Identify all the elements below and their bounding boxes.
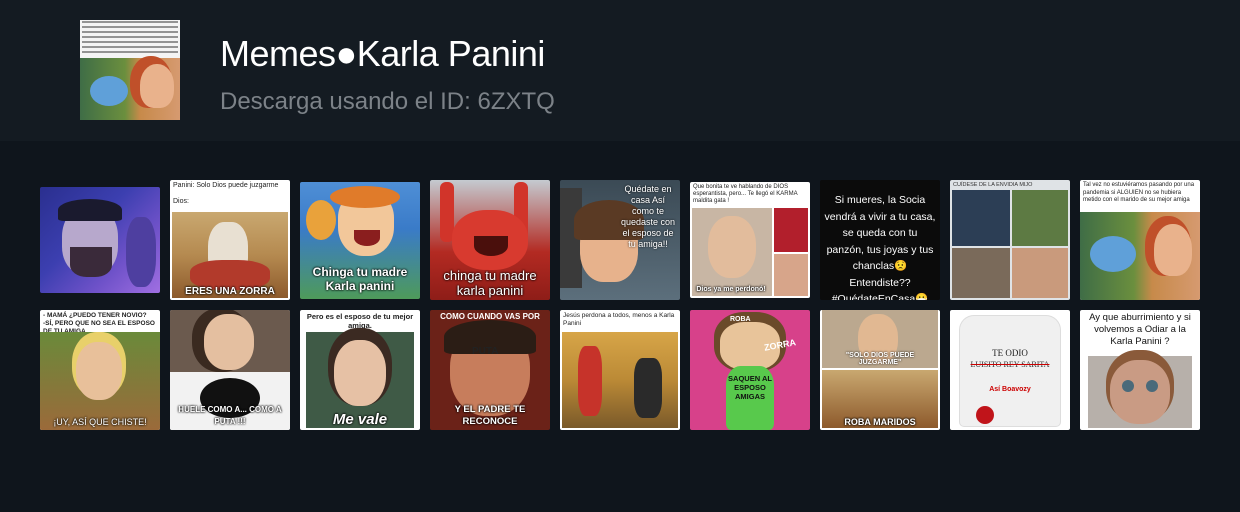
sticker-2-punchline: ERES UNA ZORRA	[185, 286, 275, 297]
sticker-6[interactable]: Que bonita te ve hablando de DIOS espera…	[690, 182, 810, 298]
sticker-16-caption: ROBA MARIDOS	[844, 417, 916, 427]
sticker-1-hair	[58, 199, 122, 221]
sticker-3-hair	[330, 186, 400, 208]
sticker-18-eye-right	[1146, 380, 1158, 392]
sticker-12[interactable]: Pero es el esposo de tu mejor amiga. Me …	[300, 310, 420, 430]
sticker-18-doll-face	[1110, 360, 1170, 424]
sticker-7-caption: Si mueres, la Socia vendrá a vivir a tu …	[824, 194, 936, 300]
pack-title: Memes●Karla Panini	[220, 33, 545, 74]
sticker-17[interactable]: TE ODIO LUISITO REY SARITA Así Boavozy	[950, 310, 1070, 430]
sticker-9-face	[1154, 224, 1192, 276]
sticker-8-photo-4	[1012, 248, 1068, 298]
sticker-6-photo-2	[774, 208, 808, 252]
sticker-14-jesus	[578, 346, 602, 416]
sticker-17-footer: Así Boavozy	[989, 386, 1031, 393]
sticker-17-title: TE ODIO	[992, 348, 1028, 358]
sticker-2-caption: Panini: Solo Dios puede juzgarme Dios:	[173, 182, 279, 205]
sticker-16[interactable]: "SOLO DIOS PUEDE JUZGARME" ROBA MARIDOS	[820, 310, 940, 430]
sticker-1-person	[126, 217, 156, 287]
sticker-13[interactable]: COMO CUANDO VAS POR CENIZA PUTA Y EL PAD…	[430, 310, 550, 430]
sticker-17-shirt	[960, 316, 1060, 426]
sticker-8[interactable]: CUÍDESE DE LA ENVIDIA MIJO	[950, 180, 1070, 300]
sticker-11[interactable]: HUELE COMO A... COMO A PUTA !!!	[170, 310, 290, 430]
sticker-12-caption: Pero es el esposo de tu mejor amiga.	[306, 312, 414, 330]
sticker-4-caption: chinga tu madre karla panini	[443, 268, 537, 298]
sticker-6-caption: Que bonita te ve hablando de DIOS espera…	[693, 184, 798, 204]
pack-thumbnail[interactable]	[80, 20, 180, 120]
sticker-11-caption: HUELE COMO A... COMO A PUTA !!!	[178, 405, 282, 426]
sticker-4-mouth	[474, 236, 508, 256]
sticker-5[interactable]: Quédate en casa Así como te quedaste con…	[560, 180, 680, 300]
thumbnail-fish	[90, 76, 128, 106]
sticker-18[interactable]: Ay que aburrimiento y si volvemos a Odia…	[1080, 310, 1200, 430]
sticker-17-emoji	[976, 406, 994, 424]
sticker-row: - MAMÁ ¿PUEDO TENER NOVIO? -SÍ, PERO QUE…	[40, 310, 1200, 430]
sticker-3[interactable]: Chinga tu madre Karla panini	[300, 182, 420, 299]
sticker-13-punchline: Y EL PADRE TE RECONOCE	[454, 404, 526, 427]
sticker-12-punchline: Me vale	[332, 411, 388, 428]
sticker-17-names: LUISITO REY SARITA	[970, 360, 1050, 369]
sticker-9[interactable]: Tal vez no estuviéramos pasando por una …	[1080, 180, 1200, 300]
sticker-18-caption: Ay que aburrimiento y si volvemos a Odia…	[1089, 312, 1191, 347]
sticker-row: Panini: Solo Dios puede juzgarme Dios: E…	[40, 180, 1200, 300]
thumbnail-face	[140, 64, 174, 108]
sticker-2[interactable]: Panini: Solo Dios puede juzgarme Dios: E…	[170, 180, 290, 300]
sticker-6-face	[708, 216, 756, 278]
sticker-9-caption: Tal vez no estuviéramos pasando por una …	[1083, 182, 1195, 203]
sticker-13-forehead-text: PUTA	[472, 346, 499, 357]
sticker-10[interactable]: - MAMÁ ¿PUEDO TENER NOVIO? -SÍ, PERO QUE…	[40, 310, 160, 430]
sticker-14[interactable]: Jesús perdona a todos, menos a Karla Pan…	[560, 310, 680, 430]
sticker-3-character-left	[306, 200, 336, 240]
sticker-10-punchline: ¡UY, ASÍ QUE CHISTE!	[53, 417, 147, 427]
sticker-15-headband: ROBA	[730, 316, 751, 323]
thumbnail-caption-lines	[82, 21, 178, 55]
sticker-1[interactable]	[40, 187, 160, 293]
sticker-14-caption: Jesús perdona a todos, menos a Karla Pan…	[563, 312, 675, 327]
sticker-14-woman	[634, 358, 662, 418]
sticker-1-beard	[70, 247, 112, 277]
sticker-15-caption: SAQUEN AL ESPOSO AMIGAS	[728, 374, 772, 401]
sticker-12-face	[334, 340, 386, 406]
sticker-8-photo-2	[1012, 190, 1068, 246]
sticker-8-photo-1	[952, 190, 1010, 246]
sticker-6-punchline: Dios ya me perdonó!	[696, 286, 766, 293]
sticker-6-photo-3	[774, 254, 808, 296]
sticker-11-face	[204, 314, 254, 370]
sticker-8-photo-3	[952, 248, 1010, 298]
sticker-9-fish	[1090, 236, 1136, 272]
sticker-10-face	[76, 342, 122, 400]
pack-id-subtitle: Descarga usando el ID: 6ZXTQ	[220, 88, 555, 115]
sticker-5-caption: Quédate en casa Así como te quedaste con…	[620, 184, 676, 249]
sticker-4[interactable]: chinga tu madre karla panini	[430, 180, 550, 300]
sticker-18-eye-left	[1122, 380, 1134, 392]
sticker-3-mouth	[354, 230, 380, 246]
sticker-7[interactable]: Si mueres, la Socia vendrá a vivir a tu …	[820, 180, 940, 300]
sticker-3-caption: Chinga tu madre Karla panini	[312, 265, 408, 293]
sticker-15[interactable]: ZORRA ROBA SAQUEN AL ESPOSO AMIGAS	[690, 310, 810, 430]
sticker-16-quote: "SOLO DIOS PUEDE JUZGARME"	[845, 352, 915, 366]
sticker-grid: Panini: Solo Dios puede juzgarme Dios: E…	[40, 180, 1200, 440]
pack-header: Memes●Karla Panini Descarga usando el ID…	[0, 0, 1240, 141]
